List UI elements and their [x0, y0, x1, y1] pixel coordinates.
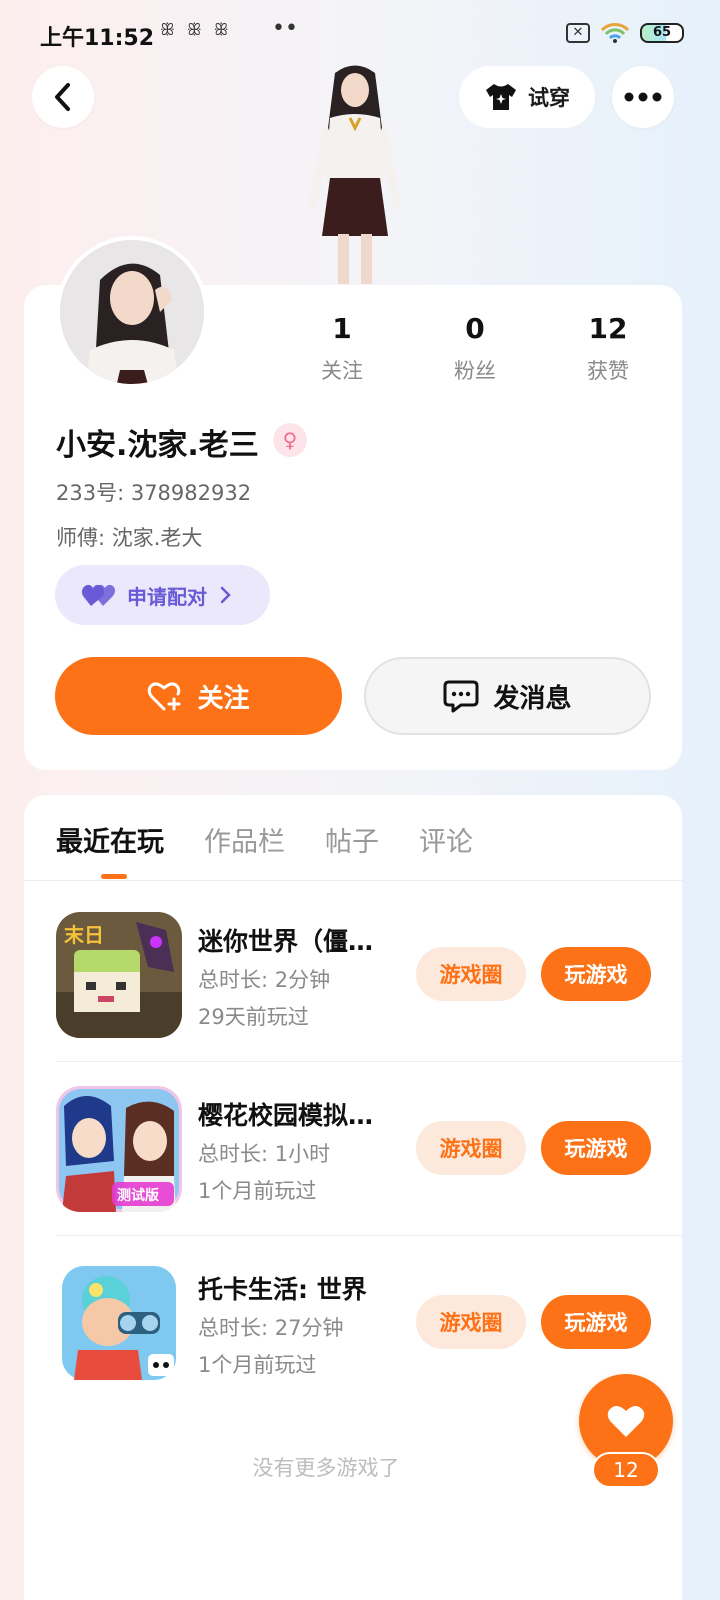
more-options-button[interactable] — [612, 66, 674, 128]
active-tab-indicator — [101, 874, 127, 879]
request-pair-button[interactable]: 申请配对 — [55, 565, 270, 625]
likes-count: 12 — [588, 312, 628, 345]
row-divider — [56, 1235, 682, 1236]
game-row[interactable]: 测试版 樱花校园模拟… 总时长: 1小时 1个月前玩过 游戏圈 玩游戏 — [56, 1086, 682, 1216]
game-circle-button[interactable]: 游戏圈 — [416, 1295, 526, 1349]
profile-tabs: 最近在玩 作品栏 帖子 评论 — [56, 820, 473, 859]
game-last-played: 1个月前玩过 — [198, 1179, 317, 1203]
avatar-figure-image — [308, 65, 402, 284]
game-icon-sakura-school: 测试版 — [56, 1086, 182, 1212]
game-icon-text: 测试版 — [117, 1187, 159, 1204]
tab-recently-played[interactable]: 最近在玩 — [56, 820, 164, 859]
game-row[interactable]: 末日 迷你世界（僵… 总时长: 2分钟 29天前玩过 游戏圈 玩游戏 — [56, 912, 682, 1042]
tshirt-icon — [486, 84, 516, 110]
no-sim-icon: ✕ — [566, 23, 590, 43]
more-dots-icon — [624, 92, 662, 102]
game-duration: 总时长: 2分钟 — [198, 968, 331, 992]
game-row[interactable]: 托卡生活: 世界 总时长: 27分钟 1个月前玩过 游戏圈 玩游戏 — [56, 1260, 682, 1390]
send-message-label: 发消息 — [493, 683, 572, 714]
play-game-button[interactable]: 玩游戏 — [541, 1295, 651, 1349]
game-duration: 总时长: 1小时 — [198, 1142, 331, 1166]
fans-label: 粉丝 — [454, 359, 496, 383]
game-duration: 总时长: 27分钟 — [198, 1316, 344, 1340]
game-icon-mini-world: 末日 — [56, 912, 182, 1038]
game-title: 樱花校园模拟… — [198, 1101, 374, 1130]
game-icon-toca-life — [56, 1260, 182, 1386]
try-on-label: 试穿 — [528, 86, 570, 110]
heart-icon — [607, 1405, 645, 1437]
master-name: 师傅: 沈家.老大 — [56, 526, 203, 550]
tab-works[interactable]: 作品栏 — [204, 820, 285, 859]
status-right-icons: ✕ 65 — [566, 22, 684, 44]
toca-life-icon — [62, 1266, 176, 1380]
game-circle-button[interactable]: 游戏圈 — [416, 947, 526, 1001]
game-circle-button[interactable]: 游戏圈 — [416, 1121, 526, 1175]
game-last-played: 29天前玩过 — [198, 1005, 309, 1029]
mini-world-icon: 末日 — [56, 912, 182, 1038]
stat-likes[interactable]: 12 获赞 — [553, 312, 663, 385]
heart-plus-icon — [148, 682, 181, 711]
stat-fans[interactable]: 0 粉丝 — [420, 312, 530, 385]
fans-count: 0 — [465, 312, 485, 345]
likes-label: 获赞 — [587, 359, 629, 383]
status-time: 上午11:52 — [40, 26, 155, 51]
play-game-button[interactable]: 玩游戏 — [541, 1121, 651, 1175]
request-pair-label: 申请配对 — [127, 584, 207, 609]
row-divider — [56, 1061, 682, 1062]
avatar[interactable] — [56, 236, 208, 388]
chevron-left-icon — [55, 83, 70, 111]
follow-button[interactable]: 关注 — [55, 657, 342, 735]
female-gender-icon: ♀ — [273, 423, 307, 457]
game-icon-text: 末日 — [64, 923, 104, 947]
like-count-badge: 12 — [592, 1452, 660, 1488]
following-label: 关注 — [321, 359, 363, 383]
chevron-right-icon — [220, 586, 231, 604]
username: 小安.沈家.老三 — [56, 428, 259, 463]
send-message-button[interactable]: 发消息 — [364, 657, 651, 735]
following-count: 1 — [332, 312, 352, 345]
game-last-played: 1个月前玩过 — [198, 1353, 317, 1377]
tab-comments[interactable]: 评论 — [419, 820, 473, 859]
play-game-button[interactable]: 玩游戏 — [541, 947, 651, 1001]
no-more-games-text: 没有更多游戏了 — [252, 1456, 400, 1480]
chat-bubble-icon — [443, 680, 479, 713]
try-on-button[interactable]: 试穿 — [459, 66, 595, 128]
stat-following[interactable]: 1 关注 — [287, 312, 397, 385]
game-title: 托卡生活: 世界 — [198, 1275, 367, 1304]
game-title: 迷你世界（僵… — [198, 927, 374, 956]
wifi-icon — [600, 23, 630, 43]
more-notifications-dots: •• — [272, 16, 298, 41]
sakura-school-icon: 测试版 — [56, 1086, 182, 1212]
double-heart-icon — [81, 584, 115, 606]
notification-icons: ꕥꕥꕥ — [160, 20, 241, 39]
back-button[interactable] — [32, 66, 94, 128]
user-id: 233号: 378982932 — [56, 481, 252, 505]
battery-indicator: 65 — [640, 23, 684, 43]
tab-divider — [24, 880, 682, 881]
follow-label: 关注 — [197, 683, 250, 714]
tab-posts[interactable]: 帖子 — [325, 820, 379, 859]
